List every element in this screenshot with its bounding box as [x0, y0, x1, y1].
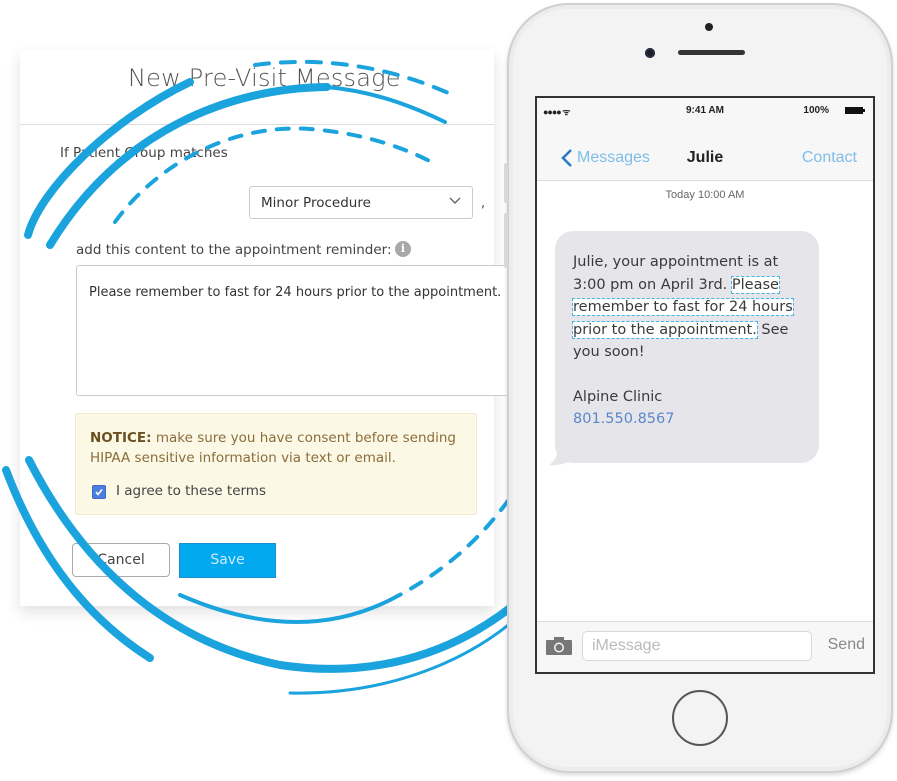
inserted-content-highlight: remember to fast for 24 hours	[572, 298, 794, 316]
notice-text: NOTICE: make sure you have consent befor…	[90, 428, 470, 468]
select-value: Minor Procedure	[261, 195, 371, 211]
inserted-content-highlight: prior to the appointment.	[572, 320, 758, 339]
divider	[20, 124, 494, 125]
checkmark-icon	[95, 489, 103, 496]
hipaa-notice: NOTICE: make sure you have consent befor…	[75, 413, 477, 515]
front-camera-icon	[645, 48, 655, 58]
trailing-comma: ,	[481, 196, 486, 211]
proximity-sensor	[705, 23, 713, 31]
battery-icon	[845, 107, 865, 114]
send-button[interactable]: Send	[828, 636, 865, 654]
phone-screen: ●●●● ᯤ 9:41 AM 100% Messages Julie Conta…	[535, 96, 875, 674]
save-button[interactable]: Save	[179, 543, 276, 578]
timestamp-time: 10:00 AM	[697, 189, 745, 201]
patient-group-label: If Patient Group matches	[60, 145, 228, 161]
message-bubble: Julie, your appointment is at 3:00 pm on…	[555, 231, 819, 463]
messages-nav-bar: Messages Julie Contact	[537, 138, 873, 181]
earpiece-speaker	[678, 50, 745, 55]
battery-percent: 100%	[803, 105, 829, 116]
home-button[interactable]	[672, 690, 728, 746]
dialog-title: New Pre-Visit Message	[128, 64, 401, 92]
agree-checkbox[interactable]	[92, 485, 106, 499]
arc-bottom-long	[288, 613, 522, 695]
message-signature: Alpine Clinic	[573, 388, 663, 405]
info-icon[interactable]: i	[395, 241, 411, 257]
status-bar: ●●●● ᯤ 9:41 AM 100%	[537, 98, 873, 138]
message-text: Julie, your appointment is at 3:00 pm on…	[572, 251, 813, 431]
imessage-input[interactable]: iMessage	[582, 631, 812, 661]
phone-side-button	[504, 163, 508, 203]
timestamp-day: Today	[665, 189, 695, 201]
message-timestamp: Today 10:00 AM	[537, 189, 873, 201]
camera-icon[interactable]	[545, 636, 573, 656]
contact-button[interactable]: Contact	[802, 149, 857, 167]
iphone-mockup: ●●●● ᯤ 9:41 AM 100% Messages Julie Conta…	[504, 3, 893, 773]
reminder-content-textarea[interactable]: Please remember to fast for 24 hours pri…	[76, 265, 526, 396]
phone-side-button	[504, 213, 508, 268]
cancel-button[interactable]: Cancel	[72, 543, 170, 577]
inserted-content-highlight: Please	[730, 275, 780, 294]
patient-group-select[interactable]: Minor Procedure	[249, 186, 473, 219]
chevron-down-icon	[449, 197, 461, 204]
message-input-bar: iMessage Send	[537, 621, 873, 672]
agree-checkbox-label[interactable]: I agree to these terms	[116, 483, 266, 499]
clinic-phone-link[interactable]: 801.550.8567	[573, 408, 813, 431]
notice-prefix: NOTICE:	[90, 430, 152, 446]
content-label: add this content to the appointment remi…	[76, 242, 392, 258]
